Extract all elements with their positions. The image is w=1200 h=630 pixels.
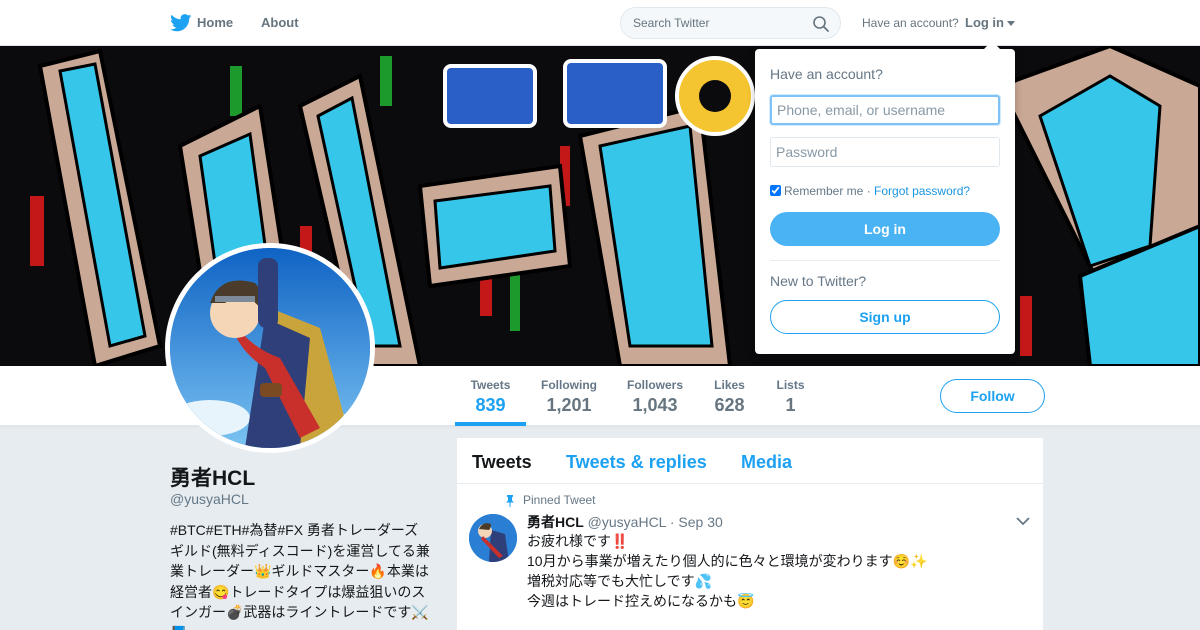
follow-button[interactable]: Follow bbox=[940, 379, 1045, 413]
timeline-tabs: Tweets Tweets & replies Media bbox=[457, 438, 1043, 484]
tab-media[interactable]: Media bbox=[741, 452, 792, 473]
tab-tweets-replies[interactable]: Tweets & replies bbox=[566, 452, 707, 473]
stat-tweets[interactable]: Tweets 839 bbox=[455, 366, 526, 426]
nav-about-link[interactable]: About bbox=[261, 15, 299, 30]
profile-name[interactable]: 勇者HCL bbox=[170, 462, 255, 492]
tweet-line: 10月から事業が増えたり個人的に色々と環境が変わります☺️✨ bbox=[527, 553, 928, 569]
tweet-avatar[interactable] bbox=[469, 514, 517, 562]
tab-tweets[interactable]: Tweets bbox=[472, 452, 532, 473]
remember-row: Remember me · Forgot password? bbox=[770, 184, 970, 198]
stat-label: Tweets bbox=[470, 378, 511, 392]
remember-separator: · bbox=[866, 184, 871, 198]
new-to-twitter-label: New to Twitter? bbox=[770, 273, 867, 289]
tweet-line: 増税対応等でも大忙しです💦 bbox=[527, 573, 713, 589]
stat-label: Lists bbox=[776, 378, 805, 392]
username-field[interactable] bbox=[770, 95, 1000, 125]
tweet-date[interactable]: Sep 30 bbox=[678, 514, 722, 530]
profile-bio: #BTC#ETH#為替#FX 勇者トレーダーズギルド(無料ディスコード)を運営し… bbox=[170, 522, 430, 630]
stat-value: 628 bbox=[714, 395, 745, 415]
forgot-password-link[interactable]: Forgot password? bbox=[874, 184, 970, 198]
banner-lettering bbox=[443, 56, 755, 136]
nav-home-link[interactable]: Home bbox=[197, 15, 233, 30]
login-dropdown: Have an account? Remember me · Forgot pa… bbox=[755, 41, 1015, 354]
pinned-label: Pinned Tweet bbox=[523, 493, 596, 507]
tweet-avatar-illustration bbox=[469, 514, 517, 562]
pinned-label-row: Pinned Tweet bbox=[505, 493, 596, 507]
tweet-line: 今週はトレード控えめになるかも😇 bbox=[527, 593, 755, 609]
remember-me-checkbox[interactable] bbox=[770, 185, 781, 196]
tweet-line: お疲れ様です‼️ bbox=[527, 533, 629, 549]
stat-followers[interactable]: Followers 1,043 bbox=[620, 366, 690, 426]
stat-lists[interactable]: Lists 1 bbox=[768, 366, 813, 426]
stat-value: 839 bbox=[475, 395, 506, 415]
caret-down-icon[interactable] bbox=[1007, 21, 1015, 26]
stat-following[interactable]: Following 1,201 bbox=[531, 366, 607, 426]
stat-value: 1 bbox=[785, 395, 796, 415]
tweet-author-name[interactable]: 勇者HCL bbox=[527, 514, 584, 530]
stat-value: 1,043 bbox=[632, 395, 678, 415]
tweet-author-handle[interactable]: @yusyaHCL bbox=[588, 514, 666, 530]
search-input[interactable]: Search Twitter bbox=[633, 16, 709, 30]
login-button[interactable]: Log in bbox=[770, 212, 1000, 246]
stat-label: Followers bbox=[626, 378, 683, 392]
top-nav: Home About Search Twitter Have an accoun… bbox=[0, 0, 1200, 46]
search-box[interactable]: Search Twitter bbox=[620, 7, 841, 39]
dropdown-divider bbox=[770, 260, 1000, 261]
tweet-header: 勇者HCL @yusyaHCL · Sep 30 bbox=[527, 512, 723, 532]
remember-me-label[interactable]: Remember me bbox=[784, 184, 863, 198]
chevron-down-icon[interactable] bbox=[1016, 516, 1030, 526]
profile-avatar[interactable] bbox=[165, 243, 375, 453]
avatar-illustration bbox=[170, 248, 370, 448]
profile-handle[interactable]: @yusyaHCL bbox=[170, 491, 249, 507]
stat-label: Likes bbox=[714, 378, 745, 392]
pin-icon bbox=[506, 494, 514, 507]
search-icon[interactable] bbox=[812, 15, 830, 33]
stat-value: 1,201 bbox=[546, 395, 592, 415]
tweet-separator: · bbox=[669, 514, 675, 530]
login-dropdown-toggle[interactable]: Log in bbox=[965, 15, 1004, 30]
dropdown-title: Have an account? bbox=[770, 66, 883, 82]
tweet-text: お疲れ様です‼️ 10月から事業が増えたり個人的に色々と環境が変わります☺️✨ … bbox=[527, 531, 1007, 611]
signup-button[interactable]: Sign up bbox=[770, 300, 1000, 334]
stat-label: Following bbox=[541, 378, 597, 392]
password-field[interactable] bbox=[770, 137, 1000, 167]
stat-likes[interactable]: Likes 628 bbox=[704, 366, 755, 426]
have-account-label: Have an account? bbox=[862, 16, 959, 30]
twitter-bird-icon[interactable] bbox=[170, 14, 192, 32]
timeline: Tweets Tweets & replies Media Pinned Twe… bbox=[456, 437, 1044, 630]
